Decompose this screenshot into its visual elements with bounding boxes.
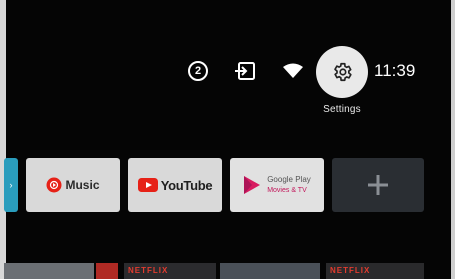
thumbnail-netflix-1[interactable]: NETFLIX [124,263,216,279]
settings-button[interactable] [316,46,368,98]
app-tile-google-play-movies[interactable]: Google Play Movies & TV [230,158,324,212]
notification-count: 2 [188,61,208,81]
thumbnail-3[interactable] [220,263,320,279]
add-app-button[interactable] [332,158,424,212]
youtube-icon [137,178,158,192]
partial-app-icon: › [9,180,13,190]
app-tile-partial[interactable]: › [4,158,18,212]
network-button[interactable] [281,60,305,82]
clock: 11:39 [374,61,416,80]
app-label-youtube: YouTube [160,177,213,193]
app-tile-youtube[interactable]: YouTube [128,158,222,212]
play-movies-icon [244,176,261,194]
input-source-button[interactable] [233,60,257,82]
app-label-play-line1: Google Play [267,175,311,184]
netflix-label-2: NETFLIX [330,266,371,275]
input-icon [235,62,255,80]
app-tile-music[interactable]: Music [26,158,120,212]
settings-label: Settings [323,104,361,115]
app-label-play-line2: Movies & TV [267,187,307,194]
notifications-button[interactable]: 2 [187,60,209,82]
gear-icon [334,62,352,82]
thumbnail-netflix-2[interactable]: NETFLIX [326,263,424,279]
thumbnail-badge[interactable] [96,263,118,279]
music-icon [46,177,62,193]
wifi-icon [283,63,303,78]
app-label-music: Music [65,178,100,192]
recommendations-row: NETFLIX NETFLIX [0,263,455,279]
right-edge [451,0,455,279]
tv-home-screen: 2 Settings 11:39 › Music YouTube Google … [0,0,455,279]
netflix-label-1: NETFLIX [128,266,169,275]
thumbnail-1[interactable] [4,263,94,279]
left-edge [0,0,6,279]
plus-icon [368,175,388,195]
